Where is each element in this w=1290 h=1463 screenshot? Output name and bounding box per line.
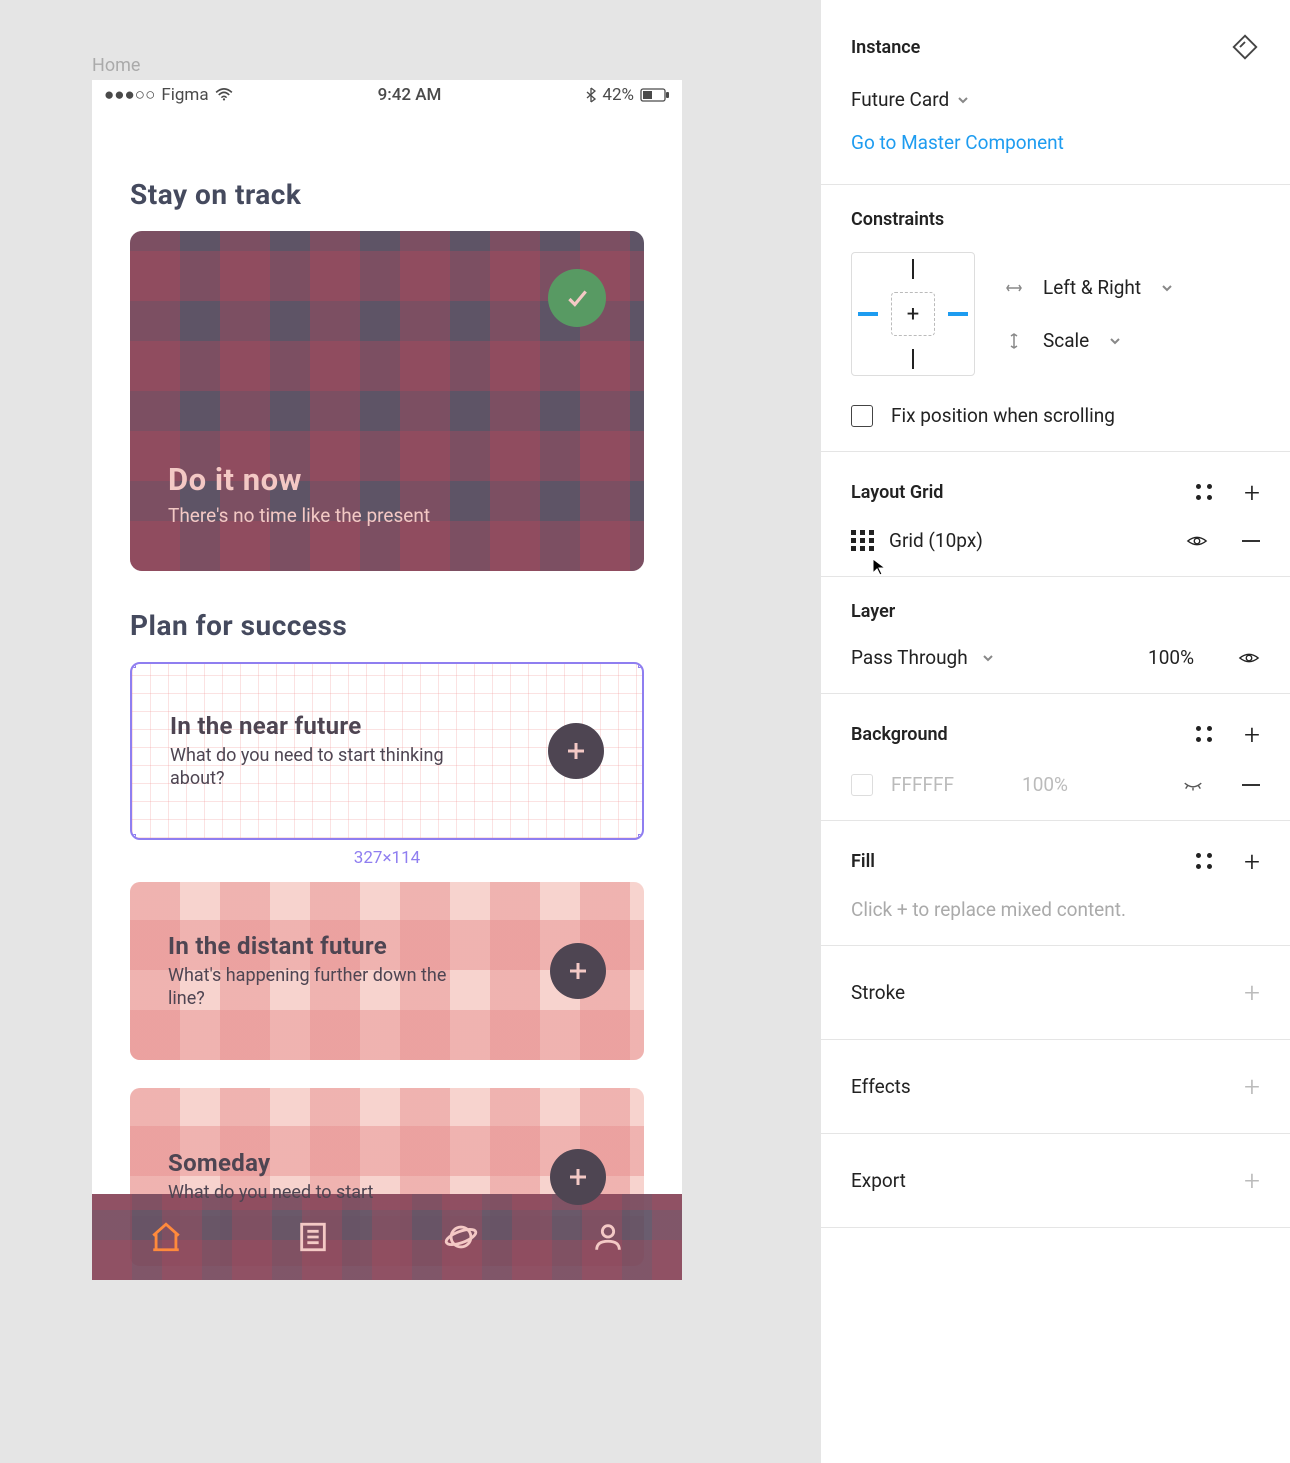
chevron-down-icon — [982, 652, 994, 664]
cursor-icon — [871, 557, 887, 577]
background-header: Background — [851, 724, 948, 745]
bg-color-hex[interactable]: FFFFFF — [891, 773, 954, 796]
fill-placeholder: Click + to replace mixed content. — [851, 898, 1260, 921]
card-subtitle: What do you need to start — [168, 1181, 373, 1204]
future-card-distant[interactable]: In the distant future What's happening f… — [130, 882, 644, 1060]
fix-position-label: Fix position when scrolling — [891, 404, 1115, 427]
tab-bar — [92, 1194, 682, 1280]
chevron-down-icon — [1109, 335, 1121, 347]
arrow-vertical-icon — [1005, 332, 1023, 350]
section-title-2: Plan for success — [130, 609, 644, 642]
instance-header: Instance — [851, 37, 920, 58]
layer-opacity-input[interactable]: 100% — [1148, 646, 1194, 669]
fill-header: Fill — [851, 851, 875, 872]
clock: 9:42 AM — [378, 85, 442, 105]
canvas-area[interactable]: Home ●●●○○ Figma 9:42 AM 42% Stay on tra… — [0, 0, 820, 1463]
properties-panel: Instance Future Card Go to Master Compon… — [820, 0, 1290, 1463]
constraint-horizontal-select[interactable]: Left & Right — [1005, 276, 1173, 299]
remove-grid-button[interactable] — [1242, 540, 1260, 542]
instance-select[interactable]: Future Card — [851, 88, 1260, 111]
reset-instance-icon[interactable] — [1230, 32, 1260, 62]
phone-frame[interactable]: ●●●○○ Figma 9:42 AM 42% Stay on track — [92, 80, 682, 1280]
add-background-button[interactable]: + — [1244, 718, 1260, 751]
arrow-horizontal-icon — [1005, 279, 1023, 297]
stroke-header: Stroke — [851, 981, 905, 1004]
card-title: In the near future — [170, 712, 460, 740]
battery-icon — [640, 88, 670, 102]
styles-icon[interactable] — [1196, 853, 1214, 871]
do-it-now-card[interactable]: Do it now There's no time like the prese… — [130, 231, 644, 571]
go-to-master-link[interactable]: Go to Master Component — [851, 131, 1064, 154]
bg-color-swatch[interactable] — [851, 774, 873, 796]
constraint-vertical-select[interactable]: Scale — [1005, 329, 1173, 352]
add-export-button[interactable]: + — [1244, 1164, 1260, 1197]
card-title: Someday — [168, 1149, 373, 1177]
resize-handle[interactable] — [130, 662, 136, 668]
fix-position-checkbox[interactable] — [851, 405, 873, 427]
plus-icon — [566, 1165, 590, 1189]
layout-grid-header: Layout Grid — [851, 482, 943, 503]
bluetooth-icon — [586, 87, 596, 103]
resize-handle[interactable] — [638, 662, 644, 668]
resize-handle[interactable] — [130, 834, 136, 840]
selection-dimensions: 327×114 — [354, 848, 420, 868]
add-button[interactable] — [548, 723, 604, 779]
section-title-1: Stay on track — [130, 178, 644, 211]
frame-label[interactable]: Home — [92, 55, 140, 76]
eye-icon[interactable] — [1186, 530, 1208, 552]
add-button[interactable] — [550, 943, 606, 999]
card-subtitle: What's happening further down the line? — [168, 964, 458, 1011]
add-fill-button[interactable]: + — [1244, 845, 1260, 878]
add-effect-button[interactable]: + — [1244, 1070, 1260, 1103]
list-icon[interactable] — [296, 1220, 330, 1254]
remove-bg-button[interactable] — [1242, 784, 1260, 786]
eye-icon[interactable] — [1238, 647, 1260, 669]
battery-pct: 42% — [602, 85, 634, 105]
effects-header: Effects — [851, 1075, 911, 1098]
grid-label[interactable]: Grid (10px) — [889, 529, 983, 552]
plus-icon — [566, 959, 590, 983]
big-card-title: Do it now — [168, 461, 430, 498]
add-stroke-button[interactable]: + — [1244, 976, 1260, 1009]
grid-type-icon[interactable] — [851, 530, 875, 551]
add-button[interactable] — [550, 1149, 606, 1205]
bg-opacity[interactable]: 100% — [1022, 773, 1068, 796]
home-icon[interactable] — [149, 1220, 183, 1254]
profile-icon[interactable] — [591, 1220, 625, 1254]
chevron-down-icon — [957, 94, 969, 106]
check-badge[interactable] — [548, 269, 606, 327]
check-icon — [564, 285, 590, 311]
add-grid-button[interactable]: + — [1244, 476, 1260, 509]
status-bar: ●●●○○ Figma 9:42 AM 42% — [92, 80, 682, 110]
export-header: Export — [851, 1169, 906, 1192]
big-card-subtitle: There's no time like the present — [168, 504, 430, 527]
wifi-icon — [215, 88, 233, 102]
planet-icon[interactable] — [444, 1220, 478, 1254]
chevron-down-icon — [1161, 282, 1173, 294]
eye-closed-icon[interactable] — [1182, 774, 1204, 796]
constraints-header: Constraints — [851, 209, 944, 230]
future-card-near[interactable]: In the near future What do you need to s… — [130, 662, 644, 840]
instance-name: Future Card — [851, 88, 949, 111]
carrier-label: Figma — [161, 85, 208, 105]
resize-handle[interactable] — [638, 834, 644, 840]
card-subtitle: What do you need to start thinking about… — [170, 744, 460, 791]
plus-icon — [564, 739, 588, 763]
blend-mode-select[interactable]: Pass Through — [851, 646, 968, 669]
styles-icon[interactable] — [1196, 484, 1214, 502]
signal-dots-icon: ●●●○○ — [104, 85, 155, 105]
constraints-widget[interactable]: + — [851, 252, 975, 376]
layer-header: Layer — [851, 601, 895, 622]
styles-icon[interactable] — [1196, 726, 1214, 744]
card-title: In the distant future — [168, 932, 458, 960]
